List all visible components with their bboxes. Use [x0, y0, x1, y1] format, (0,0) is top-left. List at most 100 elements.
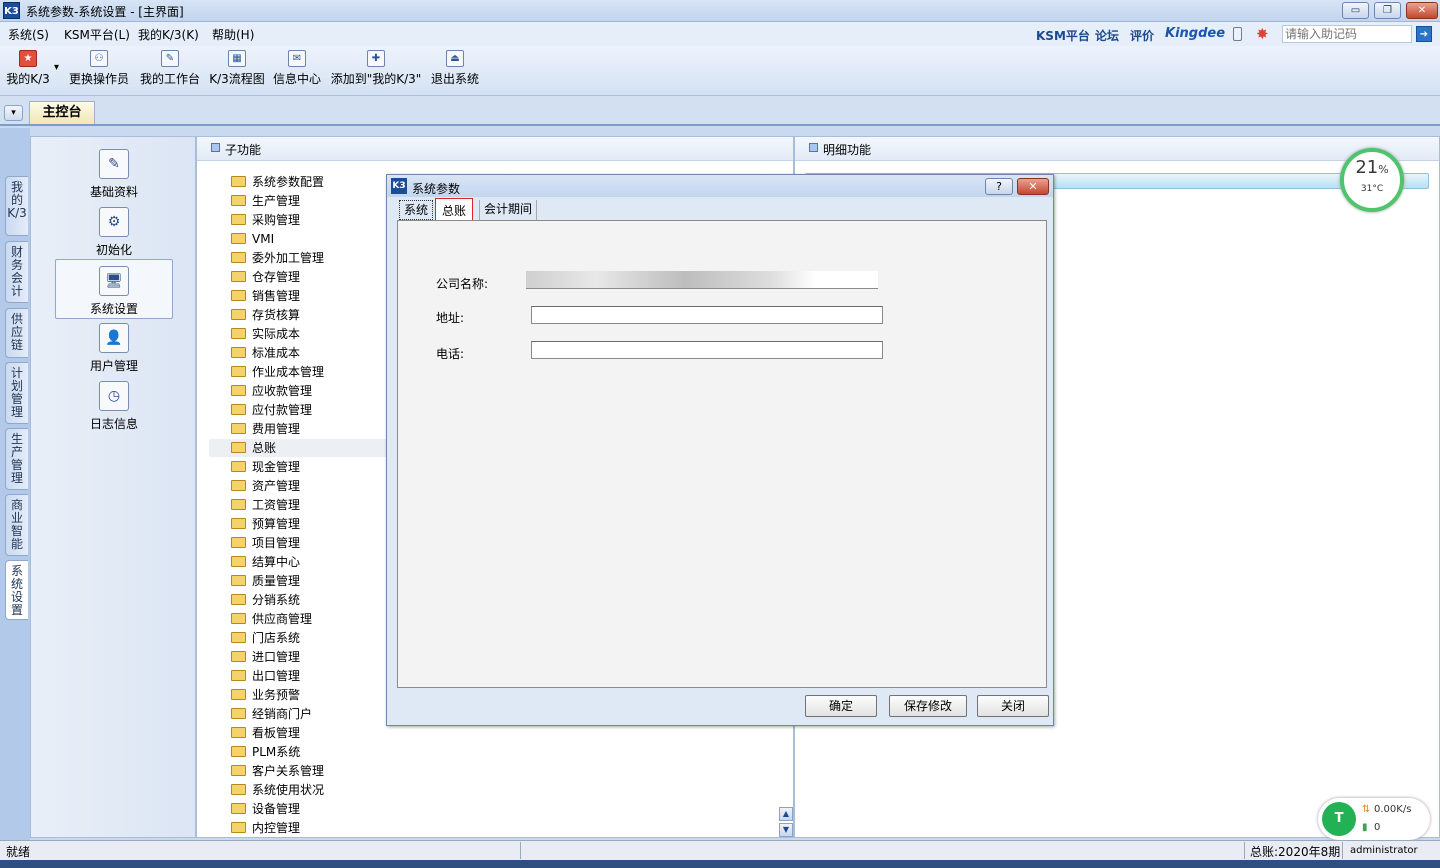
tree-item[interactable]: 质量管理: [231, 572, 300, 590]
tree-item-label: 仓存管理: [252, 270, 301, 284]
tree-item[interactable]: 系统参数配置: [231, 173, 324, 191]
func-initialize[interactable]: ⚙ 初始化: [55, 201, 173, 257]
tree-item[interactable]: 门店系统: [231, 629, 300, 647]
tree-item[interactable]: 采购管理: [231, 211, 300, 229]
scroll-down-button[interactable]: ▼: [779, 823, 793, 837]
phone-input[interactable]: [531, 341, 883, 359]
cpu-gauge-widget[interactable]: 21% 31°C: [1340, 148, 1404, 212]
tree-item-label: 客户关系管理: [252, 764, 325, 778]
search-go-button[interactable]: ➔: [1416, 26, 1432, 42]
tab-system[interactable]: 系统: [399, 200, 434, 220]
my-k3-dropdown-arrow[interactable]: ▾: [54, 62, 59, 73]
pinwheel-icon[interactable]: ✸: [1256, 25, 1269, 43]
tab-accounting-period[interactable]: 会计期间: [479, 200, 538, 220]
scroll-up-button[interactable]: ▲: [779, 807, 793, 821]
tree-item[interactable]: 系统使用状况: [231, 781, 324, 799]
add-to-my-k3-button[interactable]: ✚ 添加到"我的K/3": [330, 50, 422, 87]
tree-item[interactable]: 设备管理: [231, 800, 300, 818]
tree-item-label: 经销商门户: [252, 707, 313, 721]
tree-item[interactable]: 费用管理: [231, 420, 300, 438]
tree-item-label: 资产管理: [252, 479, 301, 493]
my-workbench-button[interactable]: ✎ 我的工作台: [139, 50, 201, 87]
tree-item-label: 工资管理: [252, 498, 301, 512]
tree-item[interactable]: 业务预警: [231, 686, 300, 704]
folder-icon: [231, 233, 246, 244]
tree-item[interactable]: 应付款管理: [231, 401, 312, 419]
change-operator-button[interactable]: ⚇ 更换操作员: [68, 50, 130, 87]
tree-item[interactable]: 实际成本: [231, 325, 300, 343]
tree-item[interactable]: 看板管理: [231, 724, 300, 742]
vtab-planning[interactable]: 计划管理: [5, 362, 28, 424]
sub-function-header: 子功能: [197, 137, 793, 161]
tree-item[interactable]: 项目管理: [231, 534, 300, 552]
func-log-info[interactable]: ◷ 日志信息: [55, 375, 173, 431]
dialog-help-button[interactable]: ?: [985, 178, 1013, 195]
vtab-supply-chain[interactable]: 供应链: [5, 308, 28, 358]
menu-ksm-platform[interactable]: KSM平台(L): [64, 26, 130, 43]
vtab-my-k3[interactable]: 我的K/3: [5, 176, 28, 236]
tree-item[interactable]: 作业成本管理: [231, 363, 324, 381]
address-input[interactable]: [531, 306, 883, 324]
func-user-management[interactable]: 👤 用户管理: [55, 317, 173, 373]
tree-item[interactable]: VMI: [231, 230, 274, 248]
upload-arrow-icon: ⇅: [1362, 804, 1371, 815]
tree-item[interactable]: 应收款管理: [231, 382, 312, 400]
k3-flowchart-button[interactable]: ▦ K/3流程图: [209, 50, 265, 87]
phone-icon[interactable]: [1233, 27, 1242, 41]
tree-item[interactable]: 仓存管理: [231, 268, 300, 286]
tree-item[interactable]: 客户关系管理: [231, 762, 324, 780]
tree-item[interactable]: 出口管理: [231, 667, 300, 685]
tab-dropdown-button[interactable]: ▾: [4, 105, 23, 121]
vtab-system-settings[interactable]: 系统设置: [5, 560, 28, 620]
title-bar: K3 系统参数-系统设置 - [主界面] ▭ ❐ ✕: [0, 0, 1440, 22]
tree-item[interactable]: 供应商管理: [231, 610, 312, 628]
dialog-close-icon-button[interactable]: ✕: [1017, 178, 1049, 195]
address-label: 地址:: [436, 311, 465, 325]
company-name-input[interactable]: [526, 271, 878, 289]
restore-button[interactable]: ❐: [1374, 2, 1401, 19]
my-k3-button[interactable]: ★ 我的K/3: [6, 50, 50, 87]
menu-my-k3[interactable]: 我的K/3(K): [138, 26, 199, 43]
tree-item[interactable]: 进口管理: [231, 648, 300, 666]
tree-item[interactable]: 工资管理: [231, 496, 300, 514]
tab-main-console[interactable]: 主控台: [29, 101, 95, 124]
vtab-production[interactable]: 生产管理: [5, 428, 28, 490]
tree-item[interactable]: 预算管理: [231, 515, 300, 533]
minimize-button[interactable]: ▭: [1342, 2, 1369, 19]
tree-item[interactable]: 资产管理: [231, 477, 300, 495]
tree-item[interactable]: 生产管理: [231, 192, 300, 210]
close-button[interactable]: 关闭: [977, 695, 1049, 717]
folder-icon: [231, 556, 246, 567]
folder-icon: [231, 176, 246, 187]
tree-item-label: 总账: [252, 441, 277, 455]
vtab-financial-accounting[interactable]: 财务会计: [5, 241, 28, 303]
close-window-button[interactable]: ✕: [1406, 2, 1438, 19]
ok-button[interactable]: 确定: [805, 695, 877, 717]
tree-item[interactable]: 结算中心: [231, 553, 300, 571]
func-system-settings[interactable]: 🖥 系统设置: [55, 259, 173, 319]
func-basic-data[interactable]: ✎ 基础资料: [55, 143, 173, 199]
mnemonic-search-input[interactable]: [1282, 25, 1412, 43]
save-changes-button[interactable]: 保存修改: [889, 695, 967, 717]
phone-label: 电话:: [436, 347, 465, 361]
network-speed-widget[interactable]: T ⇅ 0.00K/s ▮ 0: [1318, 798, 1430, 840]
tree-item[interactable]: 内控管理: [231, 819, 300, 837]
tree-item[interactable]: 存货核算: [231, 306, 300, 324]
info-center-button[interactable]: ✉ 信息中心: [272, 50, 322, 87]
tree-item[interactable]: PLM系统: [231, 743, 300, 761]
tree-item[interactable]: 委外加工管理: [231, 249, 324, 267]
exit-system-button[interactable]: ⏏ 退出系统: [430, 50, 480, 87]
tree-item[interactable]: 经销商门户: [231, 705, 312, 723]
tree-item-label: 应收款管理: [252, 384, 313, 398]
vtab-business-intelligence[interactable]: 商业智能: [5, 494, 28, 556]
link-ksm-platform[interactable]: KSM平台: [1036, 27, 1090, 44]
tree-item[interactable]: 总账: [209, 439, 387, 457]
link-review[interactable]: 评价: [1130, 27, 1154, 44]
link-forum[interactable]: 论坛: [1095, 27, 1119, 44]
tree-item[interactable]: 销售管理: [231, 287, 300, 305]
tree-item[interactable]: 现金管理: [231, 458, 300, 476]
tree-item[interactable]: 分销系统: [231, 591, 300, 609]
menu-system[interactable]: 系统(S): [8, 26, 49, 43]
menu-help[interactable]: 帮助(H): [212, 26, 254, 43]
tree-item[interactable]: 标准成本: [231, 344, 300, 362]
